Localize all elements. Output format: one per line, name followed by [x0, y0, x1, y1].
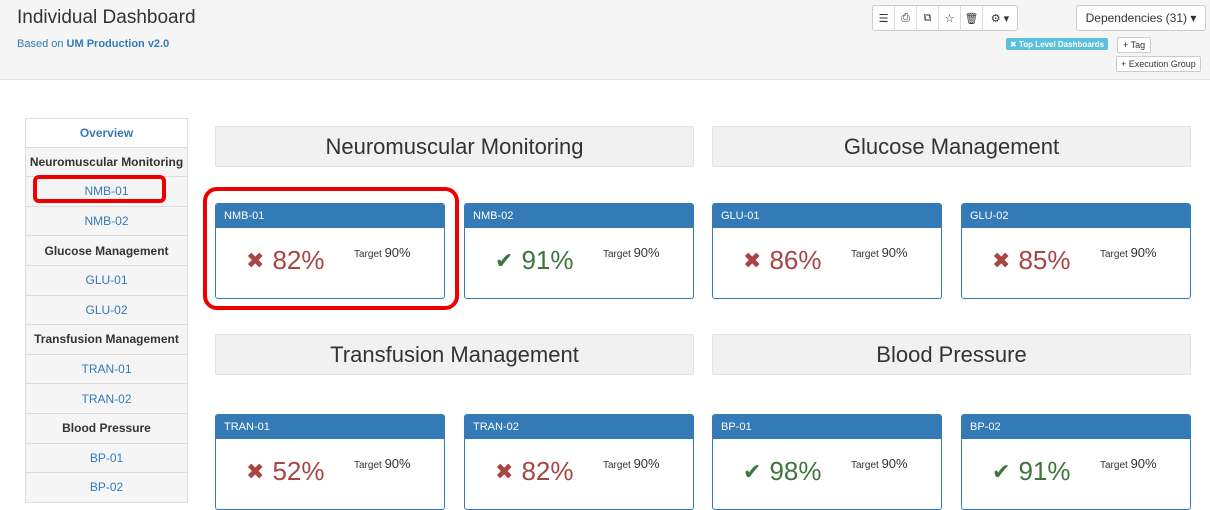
section-header-blood-pressure: Blood Pressure [712, 334, 1191, 375]
metric-card[interactable]: BP-02 ✔ 91% Target 90% [961, 414, 1191, 510]
metric-card[interactable]: TRAN-02 ✖ 82% Target 90% [464, 414, 694, 510]
target-value: 90% [881, 456, 908, 471]
metric-card[interactable]: GLU-01 ✖ 86% Target 90% [712, 203, 942, 299]
metric-percent: 91% [1018, 456, 1071, 486]
section-header-neuromuscular: Neuromuscular Monitoring [215, 126, 694, 167]
section-header-glucose: Glucose Management [712, 126, 1191, 167]
target: Target 90% [603, 245, 660, 260]
metric-percent: 98% [769, 456, 822, 486]
target-label: Target [603, 460, 631, 471]
metric-percent: 91% [521, 245, 574, 275]
cross-icon: ✖ [246, 458, 265, 484]
sidebar-item[interactable]: TRAN-02 [25, 384, 188, 414]
target-label: Target [603, 249, 631, 260]
target-label: Target [1100, 249, 1128, 260]
card-body: ✖ 82% Target 90% [465, 439, 693, 509]
card-title[interactable]: BP-01 [713, 415, 941, 439]
card-body: ✖ 52% Target 90% [216, 439, 444, 509]
sidebar-item[interactable]: BP-02 [25, 473, 188, 503]
target-label: Target [851, 249, 879, 260]
target: Target 90% [1100, 456, 1157, 471]
sidebar-item[interactable]: NMB-02 [25, 206, 188, 237]
dashboard-header: Individual Dashboard Based on UM Product… [0, 0, 1210, 80]
metric-percent: 86% [769, 245, 822, 275]
sidebar-item[interactable]: Overview [25, 118, 188, 148]
sidebar-group-header: Transfusion Management [25, 325, 188, 355]
check-icon: ✔ [743, 458, 762, 484]
target: Target 90% [354, 456, 411, 471]
add-tag-button[interactable]: + Tag [1117, 37, 1152, 53]
cross-icon: ✖ [495, 458, 514, 484]
print-icon[interactable]: ⎙ [895, 6, 917, 30]
card-title[interactable]: GLU-01 [713, 204, 941, 228]
list-icon[interactable]: ☰ [873, 6, 895, 30]
metric-card[interactable]: BP-01 ✔ 98% Target 90% [712, 414, 942, 510]
gear-icon[interactable]: ⚙ ▾ [983, 6, 1017, 30]
target-value: 90% [1130, 456, 1157, 471]
card-title[interactable]: BP-02 [962, 415, 1190, 439]
metric-value: ✔ 91% [992, 456, 1070, 487]
highlight-annotation [203, 187, 459, 310]
metric-value: ✖ 86% [743, 245, 821, 276]
target-label: Target [354, 460, 382, 471]
metric-percent: 82% [521, 456, 574, 486]
sidebar-item[interactable]: GLU-01 [25, 265, 188, 296]
sidebar-item[interactable]: GLU-02 [25, 295, 188, 326]
base-dashboard-link[interactable]: UM Production v2.0 [67, 38, 170, 50]
card-title[interactable]: TRAN-01 [216, 415, 444, 439]
card-body: ✖ 86% Target 90% [713, 228, 941, 298]
sidebar-item[interactable]: BP-01 [25, 443, 188, 474]
dependencies-dropdown[interactable]: Dependencies (31) ▾ [1076, 5, 1206, 31]
metric-value: ✔ 91% [495, 245, 573, 276]
target-value: 90% [384, 456, 411, 471]
section-header-transfusion: Transfusion Management [215, 334, 694, 375]
metric-percent: 85% [1018, 245, 1071, 275]
highlight-annotation [33, 175, 166, 203]
sidebar-item[interactable]: TRAN-01 [25, 354, 188, 385]
metric-percent: 52% [272, 456, 325, 486]
metric-card[interactable]: TRAN-01 ✖ 52% Target 90% [215, 414, 445, 510]
page-title: Individual Dashboard [17, 7, 196, 28]
card-title[interactable]: GLU-02 [962, 204, 1190, 228]
target-value: 90% [633, 456, 660, 471]
add-execution-group-button[interactable]: + Execution Group [1116, 56, 1201, 72]
target-value: 90% [881, 245, 908, 260]
sidebar-group-header: Neuromuscular Monitoring [25, 147, 188, 178]
trash-icon[interactable]: 🗑 [961, 6, 983, 30]
card-body: ✖ 85% Target 90% [962, 228, 1190, 298]
subtitle: Based on UM Production v2.0 [17, 38, 169, 50]
target: Target 90% [603, 456, 660, 471]
check-icon: ✔ [992, 458, 1011, 484]
target: Target 90% [851, 456, 908, 471]
copy-icon[interactable]: ⧉ [917, 6, 939, 30]
metric-card[interactable]: NMB-02 ✔ 91% Target 90% [464, 203, 694, 299]
target-value: 90% [633, 245, 660, 260]
target: Target 90% [851, 245, 908, 260]
sidebar-group-header: Blood Pressure [25, 413, 188, 444]
metric-value: ✔ 98% [743, 456, 821, 487]
metric-value: ✖ 85% [992, 245, 1070, 276]
card-body: ✔ 91% Target 90% [962, 439, 1190, 509]
cross-icon: ✖ [743, 247, 762, 273]
tag-badge[interactable]: ✖ Top Level Dashboards [1006, 38, 1109, 50]
card-title[interactable]: TRAN-02 [465, 415, 693, 439]
target-label: Target [1100, 460, 1128, 471]
star-icon[interactable]: ☆ [939, 6, 961, 30]
card-body: ✔ 98% Target 90% [713, 439, 941, 509]
card-title[interactable]: NMB-02 [465, 204, 693, 228]
target-label: Target [851, 460, 879, 471]
metric-value: ✖ 52% [246, 456, 324, 487]
metric-value: ✖ 82% [495, 456, 573, 487]
target-value: 90% [1130, 245, 1157, 260]
subtitle-prefix: Based on [17, 38, 64, 50]
sidebar-group-header: Glucose Management [25, 236, 188, 266]
cross-icon: ✖ [992, 247, 1011, 273]
toolbar: ☰ ⎙ ⧉ ☆ 🗑 ⚙ ▾ [872, 5, 1018, 31]
metric-card[interactable]: GLU-02 ✖ 85% Target 90% [961, 203, 1191, 299]
check-icon: ✔ [495, 247, 514, 273]
target: Target 90% [1100, 245, 1157, 260]
card-body: ✔ 91% Target 90% [465, 228, 693, 298]
